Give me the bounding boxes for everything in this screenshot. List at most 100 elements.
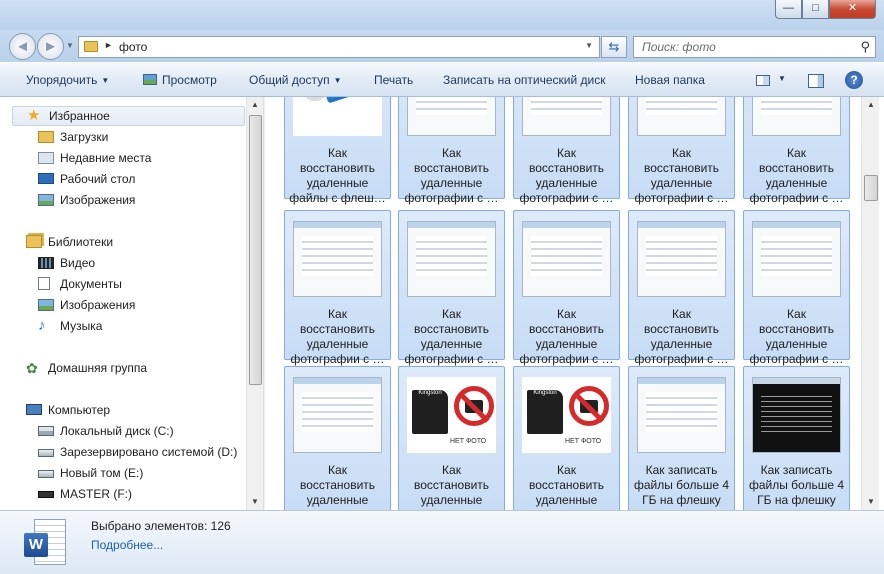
file-list-scrollbar[interactable]: ▲ ▼	[861, 97, 879, 510]
recent-places-icon	[38, 152, 54, 164]
file-name: Как восстановить удаленные фотографии с …	[519, 146, 614, 205]
sidebar-item-label: Рабочий стол	[60, 172, 136, 186]
sidebar-item-label: Изображения	[60, 193, 136, 207]
file-item[interactable]: Как восстановить удаленные фотографии с …	[743, 97, 850, 205]
sidebar-item-label: Загрузки	[60, 130, 109, 144]
breadcrumb-path[interactable]: фото	[119, 40, 147, 54]
file-item[interactable]: Как восстановить удаленные файлы с флеш…	[284, 97, 391, 205]
figure-icon	[304, 97, 326, 101]
search-placeholder: Поиск: фото	[642, 40, 716, 54]
refresh-button[interactable]: ⇆	[601, 36, 627, 58]
more-details-link[interactable]: Подробнее...	[91, 538, 163, 552]
downloads-folder-icon	[38, 131, 54, 143]
computer-icon	[26, 404, 42, 415]
file-name: Как восстановить удаленные фотографии с …	[634, 146, 729, 205]
new-folder-button[interactable]: Новая папка	[635, 73, 705, 87]
usb-stick-icon	[322, 97, 384, 104]
sd-card-icon: Kingston	[527, 390, 563, 434]
sd-card-icon: Kingston	[412, 390, 448, 434]
file-item[interactable]: Как восстановить удаленные фотографии с …	[743, 210, 850, 366]
share-button[interactable]: Общий доступ ▼	[249, 73, 342, 87]
back-button[interactable]: ◄	[9, 33, 36, 60]
screenshot-thumbnail	[522, 97, 611, 136]
minimize-button[interactable]: —	[775, 0, 802, 19]
file-name: Как восстановить удаленные файлы с флеш…	[289, 146, 386, 205]
navigation-pane: ★ Избранное Загрузки Недавние места Рабо…	[0, 97, 264, 510]
file-name: Как записать файлы больше 4 ГБ на флешку	[633, 463, 730, 507]
search-input[interactable]: Поиск: фото ⚲	[633, 36, 876, 58]
navigation-bar: ◄ ► ▼ ► фото ▼ ⇆ Поиск: фото ⚲	[0, 30, 884, 62]
file-name: Как восстановить удаленные	[528, 463, 605, 507]
scroll-thumb[interactable]	[249, 115, 262, 385]
address-bar[interactable]: ► фото ▼	[78, 36, 600, 58]
screenshot-thumbnail	[522, 221, 611, 297]
usb-drive-icon	[38, 491, 54, 498]
burn-disc-button[interactable]: Записать на оптический диск	[443, 73, 606, 87]
local-disk-icon	[38, 426, 54, 436]
forward-button[interactable]: ►	[37, 33, 64, 60]
command-bar: Упорядочить ▼ Просмотр Общий доступ ▼ Печа…	[0, 62, 884, 97]
file-name: Как записать файлы больше 4 ГБ на флешку	[748, 463, 845, 507]
drive-icon	[38, 470, 54, 478]
file-item[interactable]: Как восстановить удаленные фотографии с …	[398, 97, 505, 205]
change-view-icon[interactable]	[756, 75, 770, 86]
organize-button[interactable]: Упорядочить ▼	[26, 73, 109, 87]
sidebar-item-label: Избранное	[49, 109, 110, 123]
scroll-thumb[interactable]	[864, 175, 878, 201]
file-name: Как восстановить удаленные	[413, 463, 490, 507]
file-item[interactable]: Kingston НЕТ ФОТО Как восстановить удале…	[513, 366, 620, 510]
screenshot-thumbnail	[637, 221, 726, 297]
screenshot-thumbnail	[752, 221, 841, 297]
no-photo-thumbnail: Kingston НЕТ ФОТО	[407, 377, 496, 453]
screenshot-thumbnail	[752, 97, 841, 136]
scroll-down-icon[interactable]: ▼	[251, 497, 259, 506]
print-button[interactable]: Печать	[374, 73, 413, 87]
sidebar-item-label: Библиотеки	[48, 235, 114, 249]
star-icon: ★	[27, 107, 41, 124]
scroll-up-icon[interactable]: ▲	[251, 100, 259, 109]
sidebar-item-favorites[interactable]: ★ Избранное	[12, 106, 245, 126]
no-camera-icon	[454, 386, 494, 426]
file-item[interactable]: Как записать файлы больше 4 ГБ на флешку	[743, 366, 850, 510]
sidebar-item-label: Недавние места	[60, 151, 152, 165]
file-name: Как восстановить удаленные фотографии с …	[634, 307, 729, 366]
view-options-dropdown-icon[interactable]: ▼	[778, 74, 786, 83]
video-icon	[38, 257, 54, 269]
details-pane: W Выбрано элементов: 126 Подробнее...	[0, 510, 884, 574]
organize-label: Упорядочить	[26, 73, 98, 87]
drive-icon	[38, 449, 54, 457]
no-photo-label: НЕТ ФОТО	[565, 438, 602, 445]
file-item[interactable]: Как восстановить удаленные фотографии с …	[284, 210, 391, 366]
file-item[interactable]: Как восстановить удаленные фотографии с …	[513, 97, 620, 205]
address-history-dropdown-icon[interactable]: ▼	[585, 41, 593, 50]
scroll-down-icon[interactable]: ▼	[867, 497, 875, 506]
images-icon	[38, 194, 54, 206]
file-item[interactable]: Как восстановить удаленные фотографии с …	[398, 210, 505, 366]
search-icon[interactable]: ⚲	[860, 39, 870, 55]
screenshot-thumbnail	[293, 377, 382, 453]
sidebar-item-label: Компьютер	[48, 403, 111, 417]
file-item[interactable]: Как записать файлы больше 4 ГБ на флешку	[628, 366, 735, 510]
file-item[interactable]: Как восстановить удаленные фотографии с …	[513, 210, 620, 366]
file-item[interactable]: Как восстановить удаленные фотографии с …	[628, 97, 735, 205]
navigation-pane-scrollbar[interactable]: ▲ ▼	[246, 97, 263, 510]
dialog-screenshot-thumbnail	[637, 377, 726, 453]
no-camera-icon	[569, 386, 609, 426]
libraries-icon	[26, 235, 42, 248]
chevron-down-icon: ▼	[101, 76, 110, 85]
help-icon[interactable]: ?	[845, 71, 863, 89]
screenshot-thumbnail	[637, 97, 726, 136]
desktop-icon	[38, 173, 54, 184]
preview-pane-icon[interactable]	[808, 74, 824, 88]
file-name: Как восстановить удаленные фотографии с …	[290, 307, 385, 366]
close-button[interactable]: ✕	[829, 0, 876, 19]
window-controls: — □ ✕	[775, 0, 876, 19]
preview-button[interactable]: Просмотр	[143, 73, 217, 87]
maximize-button[interactable]: □	[802, 0, 829, 19]
file-item[interactable]: Kingston НЕТ ФОТО Как восстановить удале…	[398, 366, 505, 510]
file-item[interactable]: Как восстановить удаленные	[284, 366, 391, 510]
breadcrumb-arrow-icon[interactable]: ►	[104, 40, 113, 50]
file-item[interactable]: Как восстановить удаленные фотографии с …	[628, 210, 735, 366]
scroll-up-icon[interactable]: ▲	[867, 100, 875, 109]
recent-pages-dropdown-icon[interactable]: ▼	[66, 41, 74, 50]
